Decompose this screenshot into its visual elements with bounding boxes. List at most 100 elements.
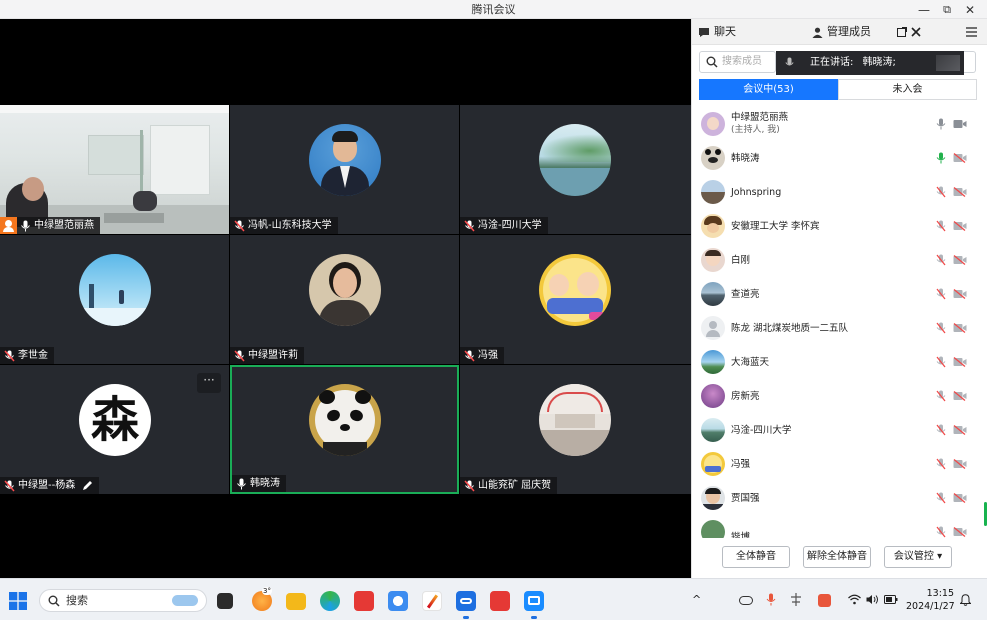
camera-off-icon[interactable] (953, 391, 967, 401)
camera-off-icon[interactable] (953, 357, 967, 367)
member-row[interactable]: 冯淦-四川大学 (692, 413, 982, 447)
edit-name-icon[interactable] (82, 480, 93, 491)
participant-name: 中绿盟--杨森 (18, 480, 76, 491)
video-tile[interactable]: 冯淦-四川大学 (460, 105, 691, 234)
unmute-all-button[interactable]: 解除全体静音 (803, 546, 871, 568)
video-tile[interactable]: 李世金 (0, 235, 229, 364)
member-row[interactable]: 贾国强 (692, 481, 982, 515)
mic-muted-icon[interactable] (936, 288, 946, 300)
tab-not-joined[interactable]: 未入会 (838, 79, 977, 100)
mic-muted-icon[interactable] (936, 492, 946, 504)
battery-icon[interactable] (884, 594, 898, 605)
mic-muted-icon[interactable] (936, 254, 946, 266)
mic-muted-icon[interactable] (936, 356, 946, 368)
member-avatar-default (701, 316, 725, 340)
security-tray-icon[interactable] (818, 594, 831, 607)
member-row[interactable]: 白刚 (692, 243, 982, 277)
system-clock[interactable]: 13:15 2024/1/27 (906, 587, 955, 613)
member-row[interactable]: 锴博 (692, 515, 982, 538)
screen-share-icon[interactable] (524, 591, 544, 611)
camera-off-icon[interactable] (953, 221, 967, 231)
menu-icon[interactable] (966, 27, 977, 37)
participant-name: 李世金 (18, 350, 48, 361)
input-method-icon[interactable] (790, 593, 802, 606)
video-tile[interactable]: 冯帆-山东科技大学 (230, 105, 459, 234)
member-row[interactable]: 大海蓝天 (692, 345, 982, 379)
member-row[interactable]: 韩晓涛 (692, 141, 982, 175)
weather-icon[interactable]: 3° (252, 587, 272, 611)
mute-all-button[interactable]: 全体静音 (722, 546, 790, 568)
wps-office-icon[interactable] (490, 591, 510, 611)
close-button[interactable]: ✕ (958, 0, 982, 19)
wifi-icon[interactable] (848, 594, 861, 605)
speaking-label: 正在讲话: (810, 57, 854, 68)
video-tile-host[interactable]: 中绿盟范丽燕 (0, 105, 229, 234)
member-row[interactable]: 陈龙 湖北煤炭地质一二五队 (692, 311, 982, 345)
camera-off-icon[interactable] (953, 289, 967, 299)
member-row[interactable]: 安徽理工大学 李怀宾 (692, 209, 982, 243)
restore-button[interactable]: ⧉ (935, 0, 959, 19)
member-row[interactable]: 查道亮 (692, 277, 982, 311)
mic-muted-icon[interactable] (936, 526, 946, 538)
member-row[interactable]: 中绿盟范丽燕 (主持人, 我) (692, 107, 982, 141)
camera-off-icon[interactable] (953, 493, 967, 503)
participant-name: 中绿盟范丽燕 (34, 220, 94, 231)
microphone-tray-icon[interactable] (766, 593, 776, 606)
video-tile[interactable]: 冯强 (460, 235, 691, 364)
mic-icon[interactable] (936, 118, 946, 130)
member-row[interactable]: 冯强 (692, 447, 982, 481)
more-options-button[interactable]: ··· (197, 373, 221, 393)
task-view-icon[interactable] (217, 593, 233, 609)
camera-off-icon[interactable] (953, 323, 967, 333)
participant-name: 冯帆-山东科技大学 (248, 220, 332, 231)
camera-off-icon[interactable] (953, 425, 967, 435)
member-row[interactable]: 房新亮 (692, 379, 982, 413)
mic-muted-icon[interactable] (936, 186, 946, 198)
video-tile-active-speaker[interactable]: 韩晓涛 (230, 365, 459, 494)
pen-app-icon[interactable] (422, 591, 442, 611)
cloud-sync-icon[interactable] (739, 596, 753, 605)
member-avatar (701, 520, 725, 538)
search-icon (706, 56, 718, 68)
camera-off-icon[interactable] (953, 459, 967, 469)
wps-icon[interactable] (354, 591, 374, 611)
mic-muted-icon[interactable] (936, 220, 946, 232)
video-tile[interactable]: 森 ··· 中绿盟--杨森 (0, 365, 229, 494)
tab-chat-label: 聊天 (714, 25, 736, 38)
notification-bell-icon[interactable] (960, 594, 971, 606)
minimize-button[interactable]: — (912, 0, 936, 19)
camera-icon[interactable] (953, 119, 967, 129)
video-tile[interactable]: 中绿盟许莉 (230, 235, 459, 364)
camera-off-icon[interactable] (953, 527, 967, 537)
tab-chat[interactable]: 聊天 (698, 19, 736, 45)
member-row[interactable]: Johnspring (692, 175, 982, 209)
tencent-meeting-taskbar-icon[interactable] (456, 591, 476, 611)
mic-muted-icon[interactable] (936, 322, 946, 334)
tile-name-bar: 冯淦-四川大学 (460, 217, 548, 234)
camera-off-icon[interactable] (953, 153, 967, 163)
camera-off-icon[interactable] (953, 255, 967, 265)
meeting-control-button[interactable]: 会议管控 ▾ (884, 546, 952, 568)
volume-icon[interactable] (866, 594, 880, 605)
close-panel-icon[interactable] (911, 27, 921, 37)
avatar (539, 254, 611, 326)
taskbar-search[interactable]: 搜索 (39, 589, 207, 612)
mic-muted-icon[interactable] (936, 424, 946, 436)
camera-off-icon[interactable] (953, 187, 967, 197)
mic-muted-icon[interactable] (936, 390, 946, 402)
mic-muted-icon[interactable] (936, 458, 946, 470)
tray-overflow-icon[interactable]: ^ (692, 593, 701, 606)
app-icon[interactable] (388, 591, 408, 611)
clock-time: 13:15 (926, 588, 954, 599)
file-explorer-icon[interactable] (286, 593, 306, 610)
host-badge-icon (0, 217, 17, 234)
search-members-input[interactable]: 搜索成员 (699, 51, 776, 73)
windows-start-icon[interactable] (9, 592, 27, 610)
mic-active-icon[interactable] (936, 152, 946, 164)
tab-in-meeting[interactable]: 会议中(53) (699, 79, 838, 100)
member-name: 安徽理工大学 李怀宾 (731, 220, 820, 232)
popout-icon[interactable] (897, 27, 907, 37)
video-tile[interactable]: 山能兖矿 屈庆贺 (460, 365, 691, 494)
tab-members[interactable]: 管理成员 (812, 19, 871, 45)
edge-browser-icon[interactable] (320, 591, 340, 611)
